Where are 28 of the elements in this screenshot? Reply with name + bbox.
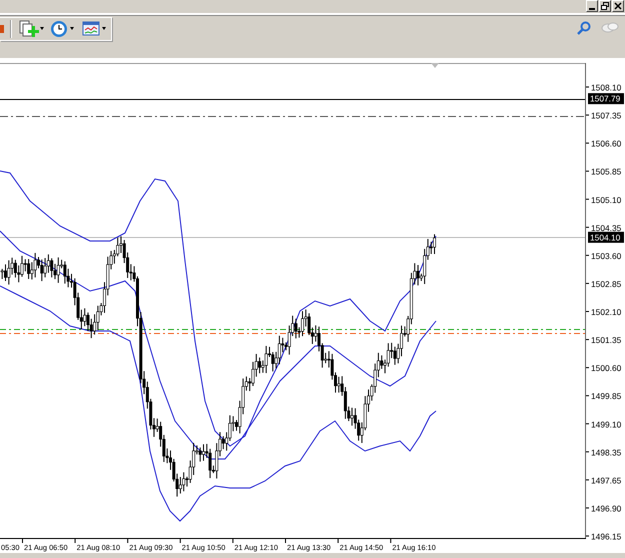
restore-icon	[601, 2, 609, 10]
price-label: 1506.60	[591, 138, 622, 149]
price-label: 1502.10	[591, 307, 622, 317]
price-marker: 1507.79	[588, 93, 624, 104]
price-label: 1505.10	[591, 194, 622, 205]
search-icon[interactable]	[577, 21, 591, 35]
price-label: 1505.85	[591, 166, 622, 177]
price-label: 1496.90	[591, 503, 622, 514]
price-marker: 1504.10	[588, 232, 624, 243]
price-label: 1499.85	[591, 391, 622, 402]
price-label: 1497.65	[591, 475, 622, 486]
price-label: 1499.10	[591, 419, 622, 430]
new-chart-icon[interactable]	[18, 19, 44, 39]
price-label: 1496.15	[591, 532, 622, 542]
price-label: 1508.10	[591, 82, 622, 92]
price-label: 1500.60	[591, 363, 622, 374]
price-label: 1503.60	[591, 250, 622, 261]
restore-button[interactable]	[599, 0, 611, 12]
price-label: 1502.85	[591, 278, 622, 289]
price-label: 1501.35	[591, 335, 622, 346]
clock-icon[interactable]	[50, 19, 76, 39]
shift-marker-icon	[431, 63, 439, 68]
minimize-button[interactable]	[586, 0, 598, 12]
price-label: 1507.35	[591, 110, 622, 121]
close-button[interactable]	[612, 0, 624, 12]
close-icon	[614, 2, 622, 10]
price-label: 1504.35	[591, 222, 622, 233]
price-label: 1498.35	[591, 447, 622, 458]
